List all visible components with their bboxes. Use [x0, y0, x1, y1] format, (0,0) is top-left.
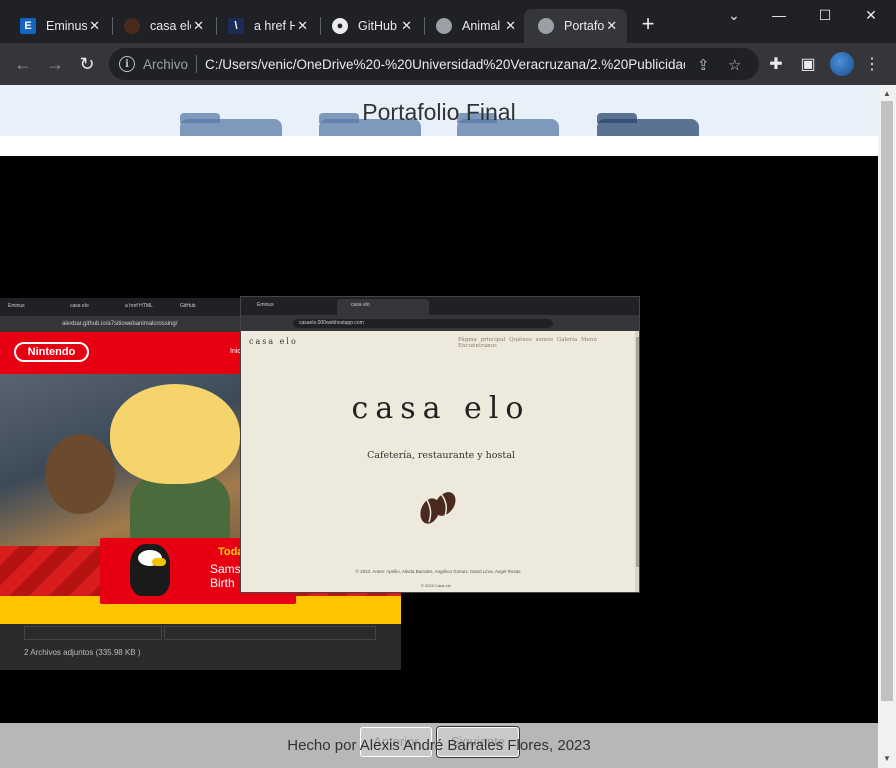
- mini-tab: casa elo: [70, 303, 89, 309]
- tab-animal-crossing[interactable]: Animal Crossing ✕: [422, 9, 526, 43]
- mini-address-bar: casaelo.000webhostapp.com: [241, 315, 639, 331]
- back-icon[interactable]: ←: [12, 53, 34, 75]
- coffee-bean-favicon-icon: [124, 18, 140, 34]
- reload-icon[interactable]: ↻: [76, 53, 98, 75]
- address-chip: Archivo: [143, 56, 189, 72]
- tab-casa-elo[interactable]: casa elo ✕: [110, 9, 214, 43]
- eminus-favicon-icon: E: [20, 18, 36, 34]
- side-panel-icon[interactable]: ▣: [798, 54, 818, 74]
- scroll-thumb[interactable]: [881, 101, 893, 701]
- forward-icon[interactable]: →: [44, 53, 66, 75]
- tab-title: Eminus: [46, 19, 88, 33]
- github-icon: ●: [332, 18, 348, 34]
- attachment-item: [24, 626, 162, 640]
- star-icon[interactable]: ☆: [728, 56, 741, 74]
- mini-tab: casa elo: [351, 302, 370, 308]
- mini-url: casaelo.000webhostapp.com: [293, 319, 553, 328]
- tab-portafolio[interactable]: Portafolio ✕: [524, 9, 627, 43]
- mini-tab: Eminus: [8, 303, 25, 309]
- bird-beak: [152, 558, 166, 566]
- window-close-icon[interactable]: ✕: [856, 4, 886, 26]
- scroll-up-icon[interactable]: ▲: [882, 89, 892, 99]
- mini-tab: GitHub: [180, 303, 196, 309]
- casa-elo-copyright: © 2023 Casa elo: [421, 583, 451, 588]
- close-icon[interactable]: ✕: [295, 18, 310, 34]
- coffee-bean-icon: [420, 492, 456, 524]
- casa-elo-screenshot: Eminus casa elo casaelo.000webhostapp.co…: [240, 296, 640, 593]
- scroll-down-icon[interactable]: ▼: [882, 754, 892, 764]
- card-line: Birth: [210, 576, 235, 590]
- page-viewport: Portafolio Final Eminus casa elo a href …: [0, 85, 878, 768]
- menu-icon[interactable]: ⋮: [862, 54, 882, 74]
- close-icon[interactable]: ✕: [399, 18, 414, 34]
- attachments-bar: 2 Archivos adjuntos (335.98 KB ): [0, 624, 401, 670]
- tab-eminus[interactable]: E Eminus ✕: [6, 9, 110, 43]
- tab-title: a href HTML: [254, 19, 296, 33]
- toolbar: ← → ↻ i Archivo C:/Users/venic/OneDrive%…: [0, 43, 896, 85]
- tab-title: casa elo: [150, 19, 191, 33]
- close-icon[interactable]: ✕: [604, 18, 619, 34]
- tab-a-href[interactable]: \ a href HTML ✕: [214, 9, 318, 43]
- attachment-item: [164, 626, 376, 640]
- vertical-scrollbar[interactable]: ▲ ▼: [878, 85, 896, 768]
- mini-tab: Eminus: [257, 302, 274, 308]
- extensions-icon[interactable]: ✚: [766, 54, 786, 74]
- globe-icon: [436, 18, 452, 34]
- attachments-summary: 2 Archivos adjuntos (335.98 KB ): [24, 648, 141, 657]
- a-href-favicon-icon: \: [228, 18, 244, 34]
- tab-github[interactable]: ● GitHub ✕: [318, 9, 422, 43]
- minimize-icon[interactable]: —: [764, 4, 794, 26]
- address-bar[interactable]: i Archivo C:/Users/venic/OneDrive%20-%20…: [109, 48, 759, 80]
- card-line: Sams: [210, 562, 241, 576]
- tab-strip: E Eminus ✕ casa elo ✕ \ a href HTML ✕ ● …: [0, 0, 896, 43]
- address-separator: [196, 55, 198, 73]
- share-icon[interactable]: ⇪: [697, 56, 710, 74]
- new-tab-icon[interactable]: +: [638, 13, 658, 35]
- tab-search-chevron-icon[interactable]: ⌄: [719, 4, 749, 26]
- browser-window: E Eminus ✕ casa elo ✕ \ a href HTML ✕ ● …: [0, 0, 896, 768]
- footer-credit: Hecho por Alexis André Barrales Flores, …: [287, 737, 591, 754]
- mini-url: alexbar.github.io/a7sitiowebanimalcrossi…: [62, 321, 178, 327]
- profile-avatar[interactable]: [830, 52, 854, 76]
- casa-elo-brand: casa elo: [249, 337, 298, 346]
- casa-elo-nav: Página principal Quiénes somos Galería M…: [458, 337, 597, 349]
- bird-character: [130, 544, 170, 596]
- tab-title: Animal Crossing: [462, 19, 503, 33]
- nintendo-logo: Nintendo: [14, 342, 89, 362]
- mini-scroll-thumb: [636, 337, 639, 567]
- mini-tab: a href HTML: [125, 303, 153, 309]
- tab-title: Portafolio: [564, 19, 605, 33]
- header-divider: [0, 136, 878, 156]
- close-icon[interactable]: ✕: [191, 18, 206, 34]
- page-footer: Anterior Siguiente Hecho por Alexis Andr…: [0, 723, 878, 768]
- project-screenshot: Eminus casa elo a href HTML GitHub alexb…: [0, 296, 640, 670]
- close-icon[interactable]: ✕: [503, 18, 518, 34]
- mini-tab-strip: Eminus casa elo: [241, 297, 639, 315]
- page-header: Portafolio Final: [0, 85, 878, 136]
- isabelle-head: [110, 384, 240, 484]
- maximize-icon[interactable]: ☐: [810, 4, 840, 26]
- tab-title: GitHub: [358, 19, 397, 33]
- casa-elo-logo: casa elo: [351, 391, 531, 426]
- globe-icon: [538, 18, 554, 34]
- casa-elo-footer: © 2023. Antes: Apellio, Aleida Barrales,…: [355, 569, 521, 574]
- tanuki-figure: [45, 434, 115, 514]
- url-text[interactable]: C:/Users/venic/OneDrive%20-%20Universida…: [205, 57, 685, 72]
- casa-elo-subtitle: Cafetería, restaurante y hostal: [367, 450, 515, 461]
- page-title: Portafolio Final: [362, 99, 516, 125]
- info-icon[interactable]: i: [119, 56, 135, 72]
- close-icon[interactable]: ✕: [87, 18, 102, 34]
